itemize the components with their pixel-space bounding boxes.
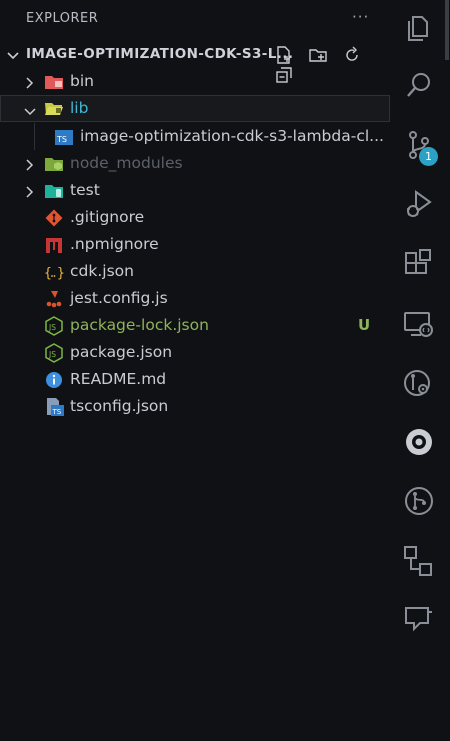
refresh-icon[interactable] xyxy=(342,45,362,65)
tree-label: README.md xyxy=(70,370,167,388)
tree-folder-test[interactable]: test xyxy=(0,177,390,204)
project-title: IMAGE-OPTIMIZATION-CDK-S3-L... xyxy=(26,46,294,62)
folder-test-icon xyxy=(44,181,64,201)
more-actions-icon[interactable]: ··· xyxy=(352,8,369,26)
svg-text:{: { xyxy=(44,266,52,281)
tree-label: .gitignore xyxy=(70,208,145,226)
explorer-header: EXPLORER xyxy=(26,11,99,26)
tree-label: package-lock.json xyxy=(70,316,209,334)
run-debug-icon[interactable] xyxy=(402,187,436,221)
tree-folder-node-modules[interactable]: node_modules xyxy=(0,150,390,177)
source-control-badge: 1 xyxy=(419,147,438,166)
typescript-file-icon: TS xyxy=(54,127,74,147)
tree-label: jest.config.js xyxy=(70,289,168,307)
new-file-icon[interactable] xyxy=(274,45,294,65)
chevron-down-icon xyxy=(6,48,20,67)
svg-text:TS: TS xyxy=(56,135,67,144)
explorer-sidebar: EXPLORER ··· IMAGE-OPTIMIZATION-CDK-S3-L… xyxy=(0,0,390,741)
extensions-icon[interactable] xyxy=(402,247,436,281)
nodejs-file-icon: JS xyxy=(44,343,64,363)
tree-label: bin xyxy=(70,72,94,90)
tree-file-cdk-json[interactable]: {} cdk.json xyxy=(0,258,390,285)
tree-label: image-optimization-cdk-s3-lambda-cl... xyxy=(80,127,384,145)
tree-file-package-json[interactable]: JS package.json xyxy=(0,339,390,366)
untracked-badge: U xyxy=(358,316,371,334)
activity-scrollbar[interactable] xyxy=(445,0,449,60)
git-graph-icon[interactable] xyxy=(402,366,436,400)
jest-file-icon xyxy=(44,289,64,309)
nodejs-file-icon: JS xyxy=(44,316,64,336)
tree-label: lib xyxy=(70,99,89,117)
tree-file-gitignore[interactable]: .gitignore xyxy=(0,204,390,231)
folder-node-icon xyxy=(44,154,64,174)
tree-label: package.json xyxy=(70,343,173,361)
architecture-icon[interactable] xyxy=(402,544,436,578)
tsconfig-file-icon: TS xyxy=(44,397,64,417)
search-icon[interactable] xyxy=(402,68,436,102)
explorer-icon[interactable] xyxy=(402,10,436,44)
tree-label: node_modules xyxy=(70,154,183,172)
chevron-down-icon xyxy=(23,103,37,122)
tree-label: cdk.json xyxy=(70,262,134,280)
chevron-right-icon xyxy=(24,157,36,176)
svg-text:JS: JS xyxy=(48,323,56,332)
npm-file-icon xyxy=(44,235,64,255)
tree-file-npmignore[interactable]: .npmignore xyxy=(0,231,390,258)
remote-explorer-icon[interactable] xyxy=(402,307,436,341)
svg-text:JS: JS xyxy=(48,350,56,359)
json-file-icon: {} xyxy=(44,262,65,282)
folder-open-lib-icon xyxy=(44,99,64,119)
tree-label: tsconfig.json xyxy=(70,397,169,415)
tree-folder-bin[interactable]: bin xyxy=(0,68,390,95)
chat-icon[interactable] xyxy=(402,603,436,637)
svg-text:}: } xyxy=(57,266,64,281)
tree-file-lib-stack[interactable]: TS image-optimization-cdk-s3-lambda-cl..… xyxy=(0,123,390,150)
info-file-icon xyxy=(44,370,64,390)
tree-label: .npmignore xyxy=(70,235,159,253)
tree-file-tsconfig[interactable]: TS tsconfig.json xyxy=(0,393,390,420)
project-section-header[interactable]: IMAGE-OPTIMIZATION-CDK-S3-L... xyxy=(0,43,390,83)
git-file-icon xyxy=(44,208,64,228)
tree-file-package-lock[interactable]: JS package-lock.json U xyxy=(0,312,390,339)
svg-text:TS: TS xyxy=(52,408,62,416)
tree-file-readme[interactable]: README.md xyxy=(0,366,390,393)
tree-file-jest-config[interactable]: jest.config.js xyxy=(0,285,390,312)
git-pr-icon[interactable] xyxy=(402,484,436,518)
activity-bar xyxy=(390,0,450,741)
chevron-right-icon xyxy=(24,184,36,203)
new-folder-icon[interactable] xyxy=(308,45,328,65)
circleci-icon[interactable] xyxy=(402,425,436,459)
folder-red-icon xyxy=(44,72,64,92)
tree-label: test xyxy=(70,181,100,199)
tree-folder-lib[interactable]: lib xyxy=(0,95,390,122)
chevron-right-icon xyxy=(24,75,36,94)
